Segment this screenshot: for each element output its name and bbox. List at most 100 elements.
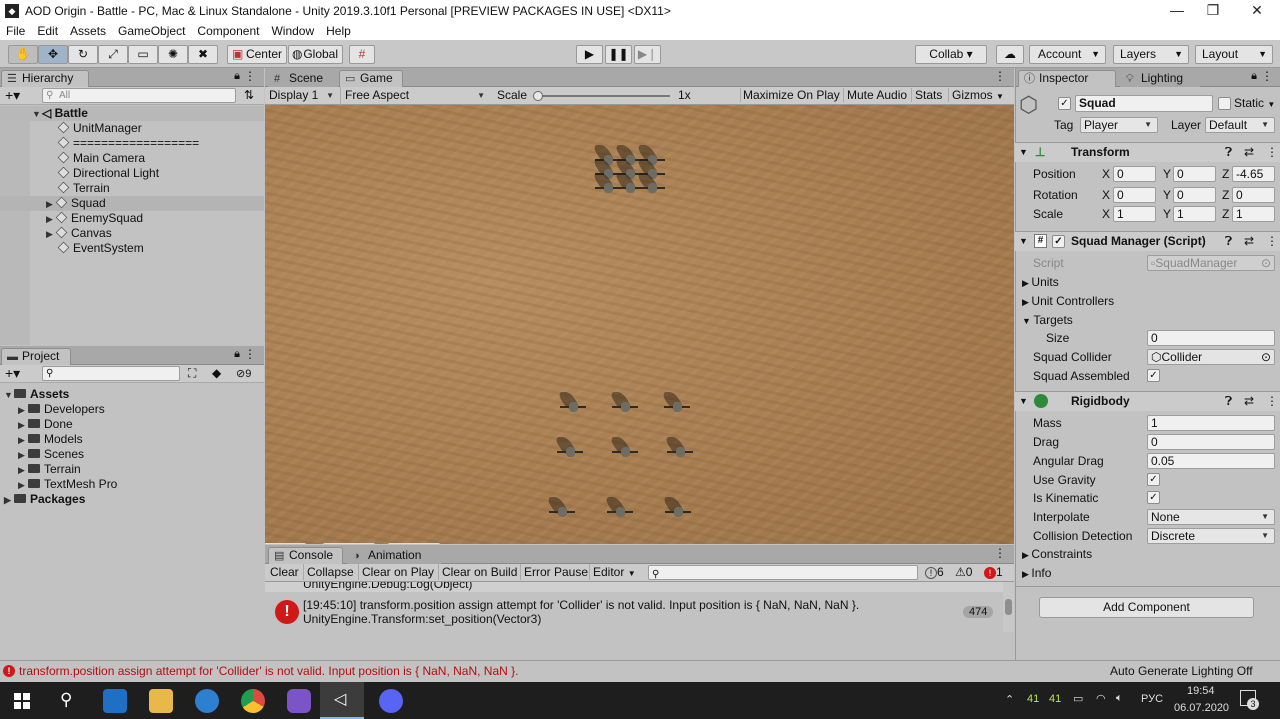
- presets-icon[interactable]: ⇄: [1244, 143, 1254, 162]
- project-folder-scenes[interactable]: ▶ Scenes: [0, 447, 84, 462]
- rotation-x-field[interactable]: 0: [1113, 187, 1156, 203]
- object-name-field[interactable]: Squad: [1075, 95, 1213, 112]
- project-assets-root[interactable]: ▼ Assets: [0, 387, 69, 402]
- static-dropdown[interactable]: Static ▼: [1234, 95, 1275, 113]
- units-foldout[interactable]: ▶ Units: [1022, 274, 1059, 291]
- hierarchy-item-terrain[interactable]: Terrain: [0, 181, 264, 196]
- help-icon[interactable]: ❓︎: [1225, 232, 1232, 251]
- targets-foldout[interactable]: ▼ Targets: [1022, 312, 1073, 329]
- hierarchy-item-canvas[interactable]: ▶ Canvas: [0, 226, 264, 241]
- mass-field[interactable]: 1: [1147, 415, 1275, 431]
- tab-console[interactable]: ▤ Console: [268, 547, 343, 564]
- project-folder-developers[interactable]: ▶ Developers: [0, 402, 105, 417]
- editor-dropdown[interactable]: Editor ▼: [589, 564, 639, 580]
- tab-lighting[interactable]: 💡︎ Lighting: [1120, 70, 1200, 87]
- add-component-button[interactable]: Add Component: [1039, 597, 1254, 618]
- warning-filter-toggle[interactable]: ⚠0: [955, 565, 972, 579]
- hand-tool-icon[interactable]: ✋: [8, 45, 38, 64]
- project-folder-done[interactable]: ▶ Done: [0, 417, 73, 432]
- collab-dropdown[interactable]: Collab ▾: [915, 45, 987, 64]
- position-x-field[interactable]: 0: [1113, 166, 1156, 182]
- tab-project[interactable]: ▬ Project: [1, 348, 71, 365]
- rotation-y-field[interactable]: 0: [1173, 187, 1216, 203]
- constraints-foldout[interactable]: ▶ Constraints: [1022, 546, 1092, 563]
- squad-assembled-checkbox[interactable]: ✓: [1147, 369, 1160, 382]
- gizmos-toggle[interactable]: Gizmos ▼: [948, 88, 1004, 102]
- maximize-on-play-toggle[interactable]: Maximize On Play: [740, 88, 840, 102]
- clock-date[interactable]: 06.07.2020: [1174, 702, 1229, 714]
- triangle-button[interactable]: [265, 543, 307, 544]
- interpolate-dropdown[interactable]: None: [1147, 509, 1275, 525]
- active-checkbox[interactable]: ✓: [1058, 97, 1071, 110]
- viber-icon[interactable]: [287, 689, 311, 713]
- is-kinematic-checkbox[interactable]: ✓: [1147, 491, 1160, 504]
- error-pause-toggle[interactable]: Error Pause: [520, 564, 591, 580]
- tab-inspector[interactable]: ⓘ Inspector: [1018, 70, 1116, 87]
- close-button[interactable]: ✕: [1234, 0, 1280, 22]
- status-error-message[interactable]: transform.position assign attempt for 'C…: [19, 664, 518, 678]
- hierarchy-item-separator[interactable]: ==================: [0, 136, 264, 151]
- help-icon[interactable]: ❓︎: [1225, 392, 1232, 411]
- scale-z-field[interactable]: 1: [1232, 206, 1275, 222]
- menu-assets[interactable]: Assets: [64, 24, 112, 38]
- menu-component[interactable]: Component: [191, 24, 265, 38]
- info-foldout[interactable]: ▶ Info: [1022, 565, 1051, 582]
- position-y-field[interactable]: 0: [1173, 166, 1216, 182]
- tab-game[interactable]: ▭ Game: [339, 70, 403, 87]
- wifi-icon[interactable]: ◠: [1096, 692, 1106, 705]
- squad-collider-field[interactable]: ⬡Collider ⊙: [1147, 349, 1275, 365]
- grid-snap-icon[interactable]: #: [349, 45, 375, 64]
- project-packages-root[interactable]: ▶ Packages: [0, 492, 85, 507]
- filter-type-icon[interactable]: ⛶: [188, 366, 196, 381]
- maximize-button[interactable]: ❐: [1190, 0, 1236, 22]
- notifications-icon[interactable]: 3: [1240, 690, 1259, 710]
- clear-on-play-toggle[interactable]: Clear on Play: [358, 564, 437, 580]
- error-filter-toggle[interactable]: ! 1: [984, 565, 1003, 579]
- drag-field[interactable]: 0: [1147, 434, 1275, 450]
- project-folder-models[interactable]: ▶ Models: [0, 432, 83, 447]
- unit-controllers-foldout[interactable]: ▶ Unit Controllers: [1022, 293, 1114, 310]
- lock-icon[interactable]: 🔒︎: [234, 70, 240, 83]
- presets-icon[interactable]: ⇄: [1244, 232, 1254, 251]
- panel-menu-icon[interactable]: ⋮: [244, 347, 256, 361]
- squad-manager-header[interactable]: ▼ # ✓ Squad Manager (Script) ❓︎ ⇄ ⋮: [1015, 231, 1280, 251]
- panel-menu-icon[interactable]: ⋮: [244, 69, 256, 83]
- console-message-row[interactable]: ! [19:45:10] transform.position assign a…: [265, 594, 1003, 630]
- language-indicator[interactable]: РУС: [1141, 693, 1163, 705]
- hidden-packages-toggle[interactable]: ⊘9: [236, 367, 251, 380]
- project-folder-terrain[interactable]: ▶ Terrain: [0, 462, 81, 477]
- square-button[interactable]: [322, 543, 376, 544]
- windows-start-icon[interactable]: [14, 693, 30, 709]
- tab-animation[interactable]: ◑ Animation: [347, 547, 441, 564]
- scene-visibility-icon[interactable]: ⇅: [244, 88, 254, 102]
- console-search-input[interactable]: ⚲: [648, 565, 918, 580]
- use-gravity-checkbox[interactable]: ✓: [1147, 473, 1160, 486]
- size-field[interactable]: 0: [1147, 330, 1275, 346]
- component-menu-icon[interactable]: ⋮: [1266, 143, 1278, 162]
- layout-dropdown[interactable]: Layout ▼: [1195, 45, 1273, 64]
- add-icon[interactable]: +▾: [5, 365, 20, 382]
- skype-icon[interactable]: [195, 689, 219, 713]
- pivot-global-button[interactable]: ◍ Global: [288, 45, 343, 64]
- tab-scene[interactable]: # Scene: [268, 70, 338, 87]
- hierarchy-search-input[interactable]: ⚲ All: [42, 88, 236, 103]
- hierarchy-item-squad[interactable]: ▶ Squad: [0, 196, 264, 211]
- rotation-z-field[interactable]: 0: [1232, 187, 1275, 203]
- component-menu-icon[interactable]: ⋮: [1266, 232, 1278, 251]
- transform-tool-icon[interactable]: ✺: [158, 45, 188, 64]
- layers-dropdown[interactable]: Layers ▼: [1113, 45, 1189, 64]
- scale-x-field[interactable]: 1: [1113, 206, 1156, 222]
- hierarchy-item-enemysquad[interactable]: ▶ EnemySquad: [0, 211, 264, 226]
- lock-icon[interactable]: 🔒︎: [234, 348, 240, 361]
- volume-icon[interactable]: 🔈︎: [1116, 692, 1123, 705]
- info-filter-toggle[interactable]: ! 6: [925, 565, 944, 579]
- menu-gameobject[interactable]: GameObject: [112, 24, 191, 38]
- show-hidden-icons[interactable]: ⌃: [1005, 693, 1014, 706]
- rigidbody-header[interactable]: ▼ Rigidbody ❓︎ ⇄ ⋮: [1015, 391, 1280, 411]
- chrome-icon[interactable]: [241, 689, 265, 713]
- panel-menu-icon[interactable]: ⋮: [994, 69, 1006, 83]
- project-search-input[interactable]: ⚲: [42, 366, 180, 381]
- clear-button[interactable]: Clear: [270, 565, 299, 579]
- scene-root-item[interactable]: ▼◁ Battle: [0, 106, 264, 121]
- stats-toggle[interactable]: Stats: [911, 88, 942, 102]
